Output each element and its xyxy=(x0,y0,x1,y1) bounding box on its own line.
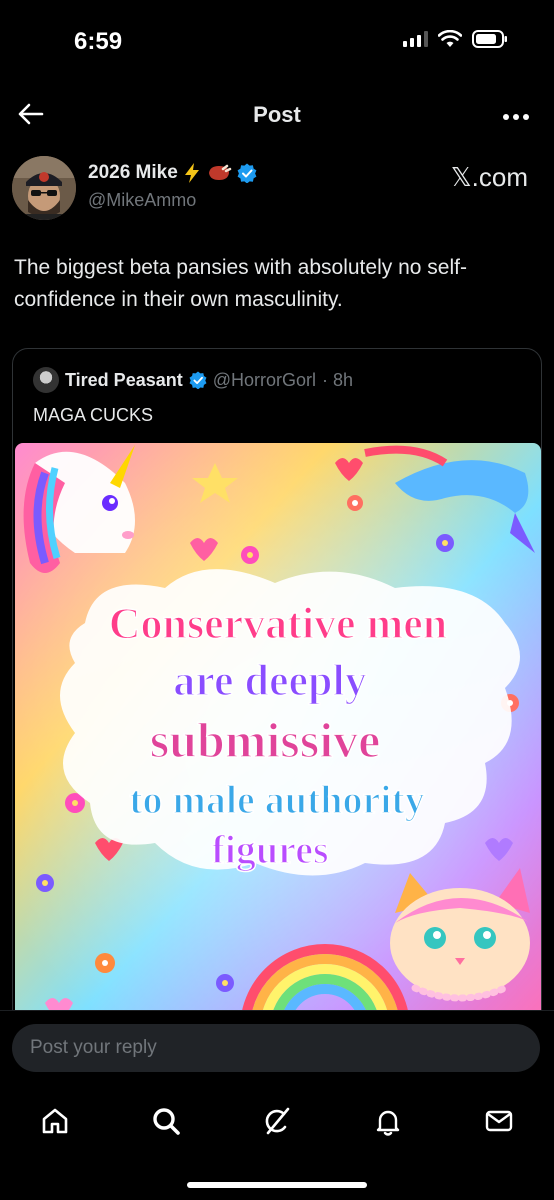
messages-icon xyxy=(485,1110,512,1132)
status-time: 6:59 xyxy=(74,28,123,55)
post-header: Post xyxy=(0,90,554,140)
tab-search[interactable] xyxy=(146,1101,186,1141)
image-line-5: figures xyxy=(211,827,328,872)
quote-avatar xyxy=(33,367,59,393)
more-options-button[interactable] xyxy=(502,102,530,128)
image-line-3: submissive xyxy=(150,712,381,768)
reply-input[interactable]: Post your reply xyxy=(12,1024,540,1072)
author-handle[interactable]: @MikeAmmo xyxy=(88,190,196,211)
status-bar: 6:59 xyxy=(0,0,554,80)
quote-text: MAGA CUCKS xyxy=(33,405,154,425)
reply-bar: Post your reply xyxy=(0,1010,554,1086)
quote-timestamp: · 8h xyxy=(322,369,354,390)
bottom-tab-bar xyxy=(0,1086,554,1156)
reply-placeholder: Post your reply xyxy=(30,1037,157,1058)
battery-icon xyxy=(472,30,507,48)
quote-image[interactable]: Conservative men are deeply submissive t… xyxy=(15,443,541,1027)
quote-author-handle: @HorrorGorl xyxy=(212,369,317,390)
verified-badge-icon xyxy=(189,371,207,389)
page-title: Post xyxy=(253,102,301,127)
status-icons xyxy=(403,30,508,48)
grok-icon xyxy=(265,1107,290,1135)
author-name-text: 2026 Mike xyxy=(88,162,178,183)
tab-grok[interactable] xyxy=(257,1101,297,1141)
site-label: 𝕏.com xyxy=(450,162,528,192)
quote-header: Tired Peasant @HorrorGorl · 8h xyxy=(33,367,353,393)
post-text: The biggest beta pansies with absolutely… xyxy=(14,256,467,311)
tab-notifications[interactable] xyxy=(368,1101,408,1141)
quote-author-name: Tired Peasant xyxy=(65,369,183,390)
avatar[interactable] xyxy=(12,156,76,220)
image-line-1: Conservative men xyxy=(109,599,448,648)
image-line-2: are deeply xyxy=(173,656,367,705)
signal-icon xyxy=(403,31,428,47)
home-indicator xyxy=(187,1182,367,1188)
author-name[interactable]: 2026 Mike xyxy=(88,162,257,184)
home-icon xyxy=(43,1108,68,1134)
lightning-icon xyxy=(184,163,199,183)
verified-badge-icon xyxy=(237,163,257,183)
wifi-icon xyxy=(438,30,462,47)
quoted-post[interactable]: Tired Peasant @HorrorGorl · 8h MAGA CUCK… xyxy=(12,348,542,1028)
tab-messages[interactable] xyxy=(479,1101,519,1141)
steak-icon xyxy=(208,164,232,180)
post-author: 2026 Mike @MikeAmmo 𝕏.com xyxy=(12,156,542,220)
search-icon xyxy=(153,1108,180,1135)
notifications-icon xyxy=(376,1110,399,1136)
image-line-4: to male authority xyxy=(129,777,425,822)
tab-home[interactable] xyxy=(35,1101,75,1141)
more-icon xyxy=(503,114,529,120)
